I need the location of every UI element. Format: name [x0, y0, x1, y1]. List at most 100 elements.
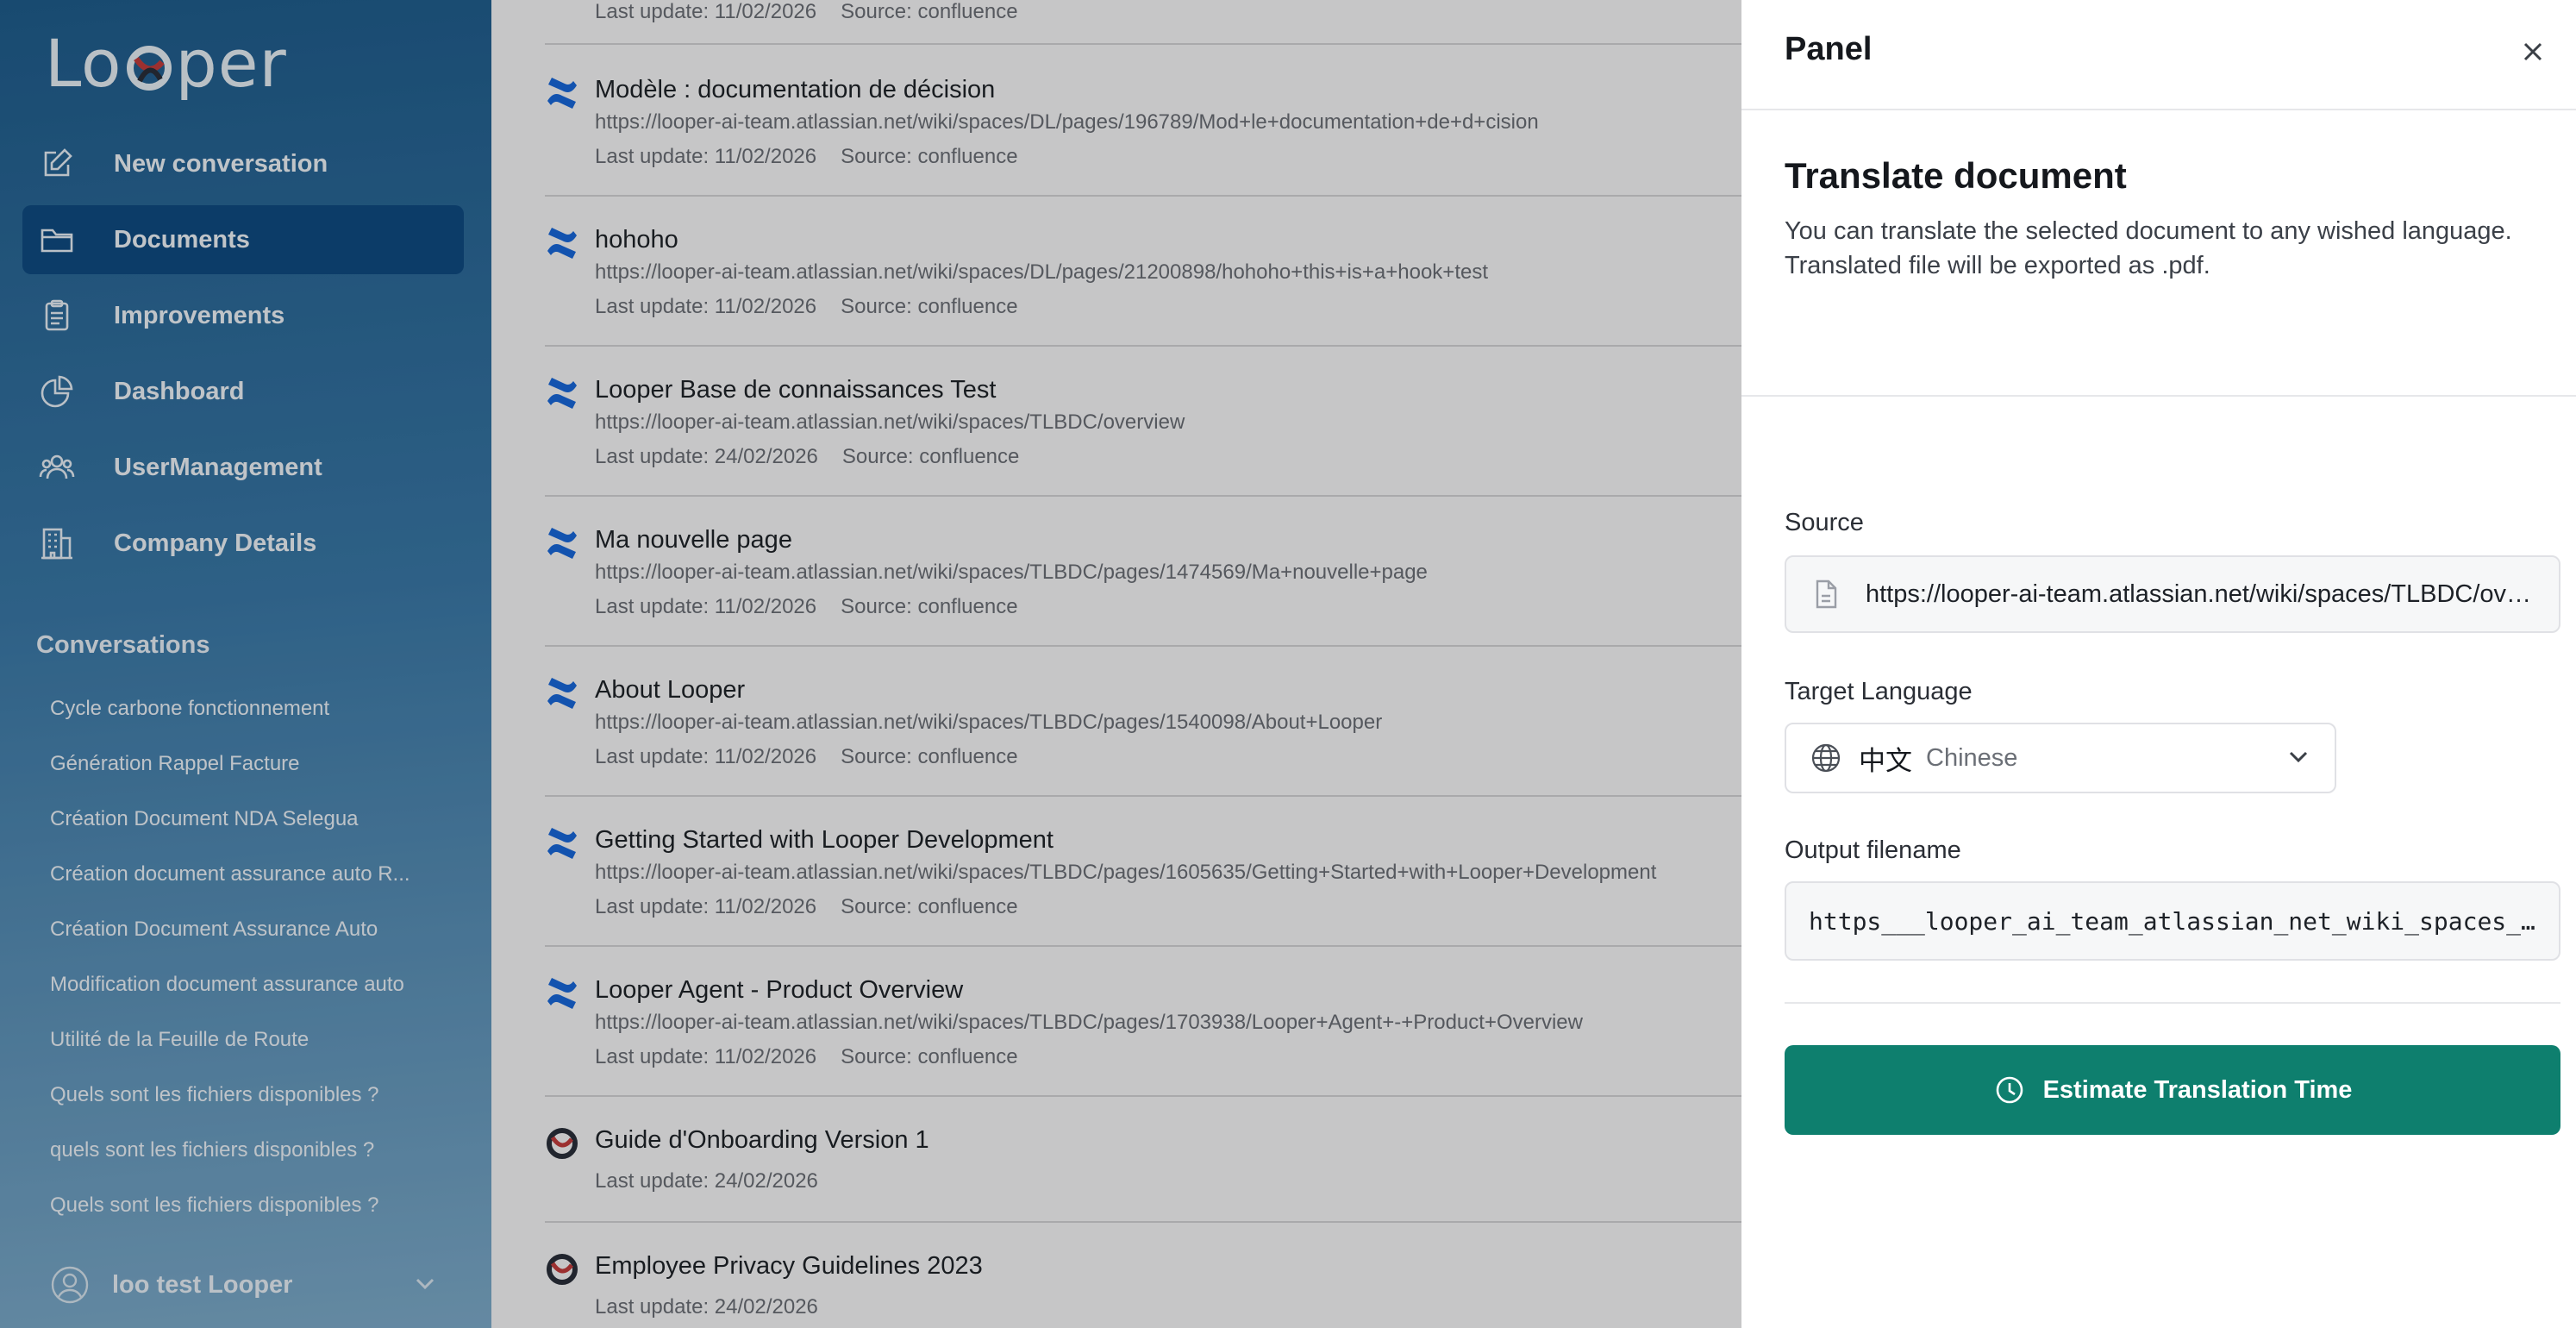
- document-title[interactable]: Modèle : documentation de décision: [595, 76, 995, 104]
- document-meta: Last update: 11/02/2026 Source: confluenc…: [595, 0, 1018, 24]
- document-row[interactable]: hohoho https://looper-ai-team.atlassian.n…: [545, 197, 1741, 347]
- document-meta: Last update: 24/02/2026: [595, 1169, 818, 1193]
- conversation-item[interactable]: Création Document NDA Selegua: [50, 800, 455, 855]
- document-row[interactable]: Ma nouvelle page https://looper-ai-team.a…: [545, 497, 1741, 647]
- document-row[interactable]: Employee Privacy Guidelines 2023 Last upd…: [545, 1223, 1741, 1328]
- user-name: loo test Looper: [112, 1270, 293, 1299]
- building-icon: [38, 524, 76, 562]
- clock-icon: [1993, 1074, 2026, 1106]
- close-icon: [2523, 42, 2542, 61]
- document-title[interactable]: Guide d'Onboarding Version 1: [595, 1126, 929, 1155]
- confluence-icon: [545, 376, 579, 410]
- document-list: Last update: 11/02/2026 Source: confluenc…: [491, 0, 1741, 1328]
- last-update: Last update: 11/02/2026: [595, 145, 817, 168]
- panel-title: Panel: [1785, 31, 1873, 67]
- nav-label: Improvements: [114, 301, 285, 329]
- document-title[interactable]: About Looper: [595, 676, 745, 705]
- document-meta: Last update: 11/02/2026 Source: confluenc…: [595, 145, 1018, 169]
- last-update: Last update: 11/02/2026: [595, 895, 817, 918]
- document-title[interactable]: Looper Base de connaissances Test: [595, 376, 996, 404]
- nav-label: New conversation: [114, 149, 328, 178]
- document-row[interactable]: Looper Agent - Product Overview https://l…: [545, 947, 1741, 1097]
- document-url[interactable]: https://looper-ai-team.atlassian.net/wik…: [595, 1011, 1583, 1035]
- output-filename-field[interactable]: https___looper_ai_team_atlassian_net_wik…: [1785, 881, 2560, 961]
- conversation-item[interactable]: Génération Rappel Facture: [50, 745, 455, 800]
- nav-documents[interactable]: Documents: [22, 205, 464, 274]
- confluence-icon: [545, 826, 579, 861]
- section-description: You can translate the selected document …: [1785, 217, 2512, 279]
- conversation-item[interactable]: Modification document assurance auto: [50, 966, 455, 1021]
- nav-label: Company Details: [114, 529, 317, 557]
- document-title[interactable]: hohoho: [595, 226, 678, 254]
- section-title: Translate document: [1785, 155, 2127, 196]
- document-source: Source: confluence: [841, 595, 1018, 618]
- document-row[interactable]: Looper Base de connaissances Test https:/…: [545, 347, 1741, 497]
- last-update: Last update: 11/02/2026: [595, 1045, 817, 1068]
- user-menu[interactable]: loo test Looper: [50, 1261, 438, 1309]
- nav-label: UserManagement: [114, 453, 322, 481]
- nav-user-management[interactable]: UserManagement: [22, 433, 464, 502]
- conversation-item[interactable]: Quels sont les fichiers disponibles ?: [50, 1076, 455, 1131]
- conversation-item[interactable]: Création Document Assurance Auto: [50, 911, 455, 966]
- last-update: Last update: 24/02/2026: [595, 445, 818, 468]
- nav-label: Documents: [114, 225, 250, 254]
- confluence-icon: [545, 676, 579, 711]
- logo-text-right: per: [175, 24, 287, 102]
- document-url[interactable]: https://looper-ai-team.atlassian.net/wik…: [595, 410, 1185, 435]
- document-title[interactable]: Ma nouvelle page: [595, 526, 792, 554]
- users-icon: [38, 448, 76, 486]
- document-row[interactable]: Getting Started with Looper Development h…: [545, 797, 1741, 947]
- divider: [1741, 395, 2576, 397]
- user-avatar-icon: [50, 1265, 90, 1305]
- conversation-item[interactable]: Création document assurance auto R...: [50, 855, 455, 911]
- document-url[interactable]: https://looper-ai-team.atlassian.net/wik…: [595, 260, 1488, 285]
- conversation-item[interactable]: quels sont les fichiers disponibles ?: [50, 1131, 455, 1187]
- last-update: Last update: 24/02/2026: [595, 1169, 818, 1193]
- document-source: Source: confluence: [841, 1045, 1018, 1068]
- document-icon: [1809, 577, 1843, 611]
- nav-improvements[interactable]: Improvements: [22, 281, 464, 350]
- conversation-item[interactable]: Cycle carbone fonctionnement: [50, 690, 455, 745]
- document-url[interactable]: https://looper-ai-team.atlassian.net/wik…: [595, 110, 1539, 135]
- panel-header: Panel: [1741, 0, 2576, 110]
- nav-new-conversation[interactable]: New conversation: [22, 129, 464, 198]
- language-english-name: Chinese: [1926, 743, 2018, 772]
- document-row[interactable]: Modèle : documentation de décision https:…: [545, 47, 1741, 197]
- nav-company-details[interactable]: Company Details: [22, 509, 464, 578]
- sidebar: Lo per New conversation Documents Improv…: [0, 0, 491, 1328]
- clipboard-icon: [38, 297, 76, 335]
- document-url[interactable]: https://looper-ai-team.atlassian.net/wik…: [595, 861, 1656, 885]
- logo-text-left: Lo: [45, 24, 122, 102]
- globe-icon: [1809, 741, 1843, 775]
- chevron-down-icon: [2286, 744, 2310, 773]
- document-row[interactable]: Guide d'Onboarding Version 1 Last update:…: [545, 1097, 1741, 1223]
- document-row[interactable]: Last update: 11/02/2026 Source: confluenc…: [545, 0, 1741, 45]
- document-title[interactable]: Getting Started with Looper Development: [595, 826, 1054, 855]
- document-meta: Last update: 24/02/2026: [595, 1295, 818, 1319]
- looper-logo[interactable]: Lo per: [45, 24, 287, 102]
- document-url[interactable]: https://looper-ai-team.atlassian.net/wik…: [595, 561, 1428, 585]
- chevron-down-icon[interactable]: [412, 1270, 438, 1300]
- document-source: Source: confluence: [841, 445, 1020, 468]
- document-meta: Last update: 11/02/2026 Source: confluenc…: [595, 595, 1018, 619]
- confluence-icon: [545, 76, 579, 110]
- language-native-name: 中文: [1859, 745, 1912, 776]
- nav-label: Dashboard: [114, 377, 245, 405]
- estimate-translation-time-button[interactable]: Estimate Translation Time: [1785, 1045, 2560, 1135]
- document-title[interactable]: Employee Privacy Guidelines 2023: [595, 1252, 983, 1281]
- output-filename-value: https___looper_ai_team_atlassian_net_wik…: [1809, 906, 2559, 936]
- close-button[interactable]: [2516, 34, 2550, 69]
- conversation-item[interactable]: Quels sont les fichiers disponibles ?: [50, 1187, 455, 1242]
- conversation-item[interactable]: Utilité de la Feuille de Route: [50, 1021, 455, 1076]
- last-update: Last update: 11/02/2026: [595, 295, 817, 318]
- document-source: Source: confluence: [841, 0, 1018, 23]
- source-label: Source: [1785, 509, 1864, 536]
- document-title[interactable]: Looper Agent - Product Overview: [595, 976, 963, 1005]
- document-row[interactable]: About Looper https://looper-ai-team.atlas…: [545, 647, 1741, 797]
- document-meta: Last update: 11/02/2026 Source: confluenc…: [595, 295, 1018, 319]
- nav-dashboard[interactable]: Dashboard: [22, 357, 464, 426]
- button-label: Estimate Translation Time: [2042, 1075, 2353, 1104]
- source-field: https://looper-ai-team.atlassian.net/wik…: [1785, 555, 2560, 633]
- target-language-select[interactable]: 中文 Chinese: [1785, 723, 2336, 793]
- document-url[interactable]: https://looper-ai-team.atlassian.net/wik…: [595, 711, 1382, 735]
